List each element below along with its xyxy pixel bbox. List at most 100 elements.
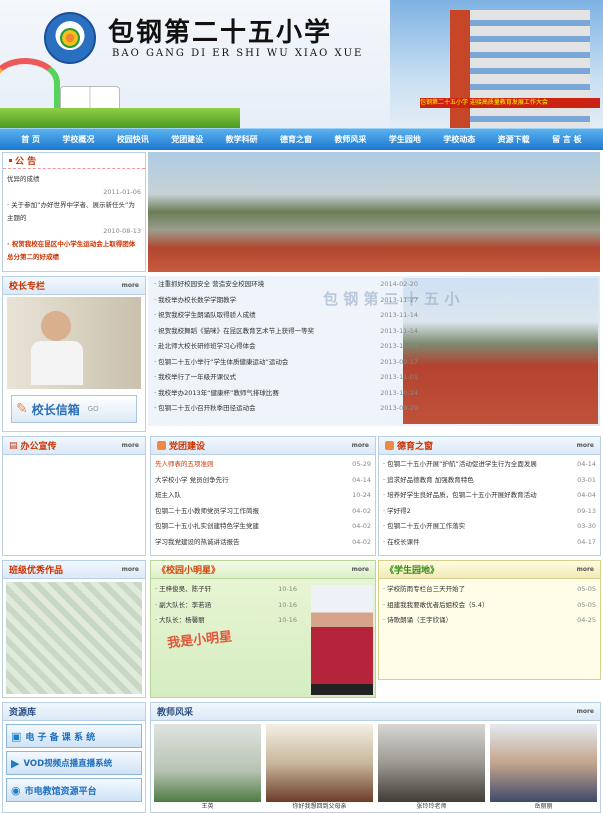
nav-news[interactable]: 校园快讯 bbox=[117, 134, 149, 145]
student-garden-item[interactable]: · 诗歌朗诵（王宇欣诵） 04-25 bbox=[383, 613, 596, 629]
resource-platform-link[interactable]: ◉ 市电教馆资源平台 bbox=[6, 778, 142, 802]
rainbow-decoration bbox=[0, 58, 60, 108]
moral-item[interactable]: · 学好得2 09-13 bbox=[383, 504, 596, 520]
site-subtitle: BAO GANG DI ER SHI WU XIAO XUE bbox=[112, 48, 364, 59]
teachers-panel: 教师风采 more 王英 你好我想回到父母亲 张玲玲老师 岳丽丽 bbox=[150, 702, 601, 813]
moral-icon bbox=[385, 441, 394, 450]
moral-item[interactable]: · 在校长课件 04-17 bbox=[383, 535, 596, 551]
teacher-photo-card[interactable]: 岳丽丽 bbox=[490, 724, 597, 811]
party-item[interactable]: 包钢二十五小教师党员学习工作简报 04-02 bbox=[155, 504, 371, 520]
news-item[interactable]: · 注重抓好校园安全 营造安全校园环境 2014-02-20 bbox=[154, 277, 418, 293]
mailbox-go-label: GO bbox=[87, 405, 99, 413]
news-item[interactable]: · 包钢二十五小举行“学生体质健康运动”运动会 2013-09-17 bbox=[154, 355, 418, 371]
document-icon: ▤ bbox=[9, 440, 18, 451]
teacher-caption: 岳丽丽 bbox=[534, 803, 553, 810]
lesson-prep-system-link[interactable]: ▣ 电 子 备 课 系 统 bbox=[6, 724, 142, 748]
campus-star-panel: 《校园小明星》 more · 王梓俊吴、陈子轩 10-16 · 副大队长：李若涵 10… bbox=[150, 560, 376, 698]
news-item[interactable]: · 我校举办2013年“健康杯”教师气排球比赛 2013-10-24 bbox=[154, 386, 418, 402]
party-item[interactable]: 包钢二十五小扎实创建特色学生党建 04-02 bbox=[155, 519, 371, 535]
school-banner: 包钢第二十五小学 迎接高质量教育发展工作大会 bbox=[420, 98, 600, 108]
teacher-caption: 王英 bbox=[201, 803, 214, 810]
nav-guestbook[interactable]: 留 言 板 bbox=[552, 134, 582, 145]
party-panel: 党团建设 more 先人师表的五项准则 05-29 大学校小学 党员创争先行 04-1… bbox=[150, 436, 376, 556]
student-garden-panel: 《学生园地》 more · 学校防雨专栏台三天开始了 05-05 · 组建我我要敢优… bbox=[378, 560, 601, 680]
news-panel: 包 钢 第 二 十 五 小 · 注重抓好校园安全 营造安全校园环境 2014-02… bbox=[148, 276, 600, 426]
class-works-title: 班级优秀作品 bbox=[9, 566, 64, 576]
teachers-more-link[interactable]: more bbox=[577, 708, 594, 715]
campus-star-item[interactable]: · 王梓俊吴、陈子轩 10-16 bbox=[155, 582, 297, 598]
teacher-photo-card[interactable]: 你好我想回到父母亲 bbox=[266, 724, 373, 811]
teacher-photo-card[interactable]: 王英 bbox=[154, 724, 261, 811]
principal-mailbox-button[interactable]: ✎ 校长信箱 GO bbox=[11, 395, 137, 423]
notice-item[interactable]: · 关于参加“办好世界中学者、展示新任头”为主题的 bbox=[7, 199, 141, 225]
school-logo bbox=[44, 12, 96, 64]
moral-more-link[interactable]: more bbox=[577, 442, 594, 449]
pencil-icon: ✎ bbox=[16, 401, 28, 417]
school-building-photo: 包钢第二十五小学 迎接高质量教育发展工作大会 bbox=[390, 0, 603, 128]
principal-panel: 校长专栏 more ✎ 校长信箱 GO bbox=[2, 276, 146, 432]
moral-item[interactable]: · 包钢二十五小开展“护航”活动促进学生行为全面发展 04-14 bbox=[383, 457, 596, 473]
news-item[interactable]: · 我校举办校长数学学期教学 2013-11-27 bbox=[154, 293, 418, 309]
main-nav: 首 页 学校概况 校园快讯 党团建设 教学科研 德育之窗 教师风采 学生园地 学… bbox=[0, 128, 603, 150]
campus-star-item[interactable]: · 副大队长：李若涵 10-16 bbox=[155, 598, 297, 614]
teacher-caption: 你好我想回到父母亲 bbox=[292, 803, 347, 810]
campus-star-photo[interactable] bbox=[311, 585, 373, 695]
site-header: 包钢第二十五小学 BAO GANG DI ER SHI WU XIAO XUE … bbox=[0, 0, 603, 128]
globe-icon: ◉ bbox=[11, 783, 21, 797]
moral-panel: 德育之窗 more · 包钢二十五小开展“护航”活动促进学生行为全面发展 04-14… bbox=[378, 436, 601, 556]
moral-item[interactable]: · 包钢二十五小开展工作落实 03-30 bbox=[383, 519, 596, 535]
vod-system-link[interactable]: ▶ VOD视频点播直播系统 bbox=[6, 751, 142, 775]
nav-teaching[interactable]: 教学科研 bbox=[226, 134, 258, 145]
campus-event-photo[interactable] bbox=[148, 152, 600, 272]
office-more-link[interactable]: more bbox=[122, 442, 139, 449]
nav-downloads[interactable]: 资源下载 bbox=[498, 134, 530, 145]
nav-teachers[interactable]: 教师风采 bbox=[334, 134, 366, 145]
moral-item[interactable]: · 培养好学生良好品质，包钢二十五小开展好教育活动 04-04 bbox=[383, 488, 596, 504]
party-item[interactable]: 班主入队 10-24 bbox=[155, 488, 371, 504]
news-item[interactable]: · 赴北师大校长研修班学习心得体会 2013-11-04 bbox=[154, 339, 418, 355]
nav-party[interactable]: 党团建设 bbox=[171, 134, 203, 145]
office-panel: ▤ 办公宣传 more bbox=[2, 436, 146, 556]
party-item[interactable]: 先人师表的五项准则 05-29 bbox=[155, 457, 371, 473]
student-garden-item[interactable]: · 学校防雨专栏台三天开始了 05-05 bbox=[383, 582, 596, 598]
grass-decoration bbox=[0, 108, 240, 128]
party-more-link[interactable]: more bbox=[352, 442, 369, 449]
news-item[interactable]: · 包钢二十五小召开秋季田径运动会 2013-09-29 bbox=[154, 401, 418, 417]
notice-item[interactable]: 优异的成绩 bbox=[7, 173, 141, 186]
resources-title: 资源库 bbox=[9, 708, 37, 718]
party-item[interactable]: 大学校小学 党员创争先行 04-14 bbox=[155, 473, 371, 489]
student-artwork-image[interactable] bbox=[6, 582, 142, 694]
notice-item[interactable]: · 祝贺我校在昆区中小学生运动会上取得团体总分第二的好成绩 bbox=[7, 238, 141, 264]
video-icon: ▶ bbox=[11, 756, 20, 770]
class-works-more-link[interactable]: more bbox=[122, 566, 139, 573]
news-item[interactable]: · 我校举行了一年级开课仪式 2013-11-01 bbox=[154, 370, 418, 386]
principal-title: 校长专栏 bbox=[9, 282, 46, 292]
news-item[interactable]: · 祝贺我校舞蹈《猫咪》在昆区教育艺术节上获得一等奖 2013-11-14 bbox=[154, 324, 418, 340]
nav-dynamics[interactable]: 学校动态 bbox=[443, 134, 475, 145]
student-garden-more-link[interactable]: more bbox=[577, 566, 594, 573]
principal-photo[interactable] bbox=[7, 297, 141, 389]
campus-star-more-link[interactable]: more bbox=[352, 566, 369, 573]
campus-star-title: 《校园小明星》 bbox=[157, 566, 221, 576]
notice-title: 公 告 bbox=[15, 157, 37, 167]
student-garden-item[interactable]: · 组建我我要敢优者后姐校会（5.4） 05-05 bbox=[383, 598, 596, 614]
teacher-photo-card[interactable]: 张玲玲老师 bbox=[378, 724, 485, 811]
teacher-caption: 张玲玲老师 bbox=[416, 803, 447, 810]
principal-more-link[interactable]: more bbox=[122, 282, 139, 289]
nav-moral[interactable]: 德育之窗 bbox=[280, 134, 312, 145]
nav-home[interactable]: 首 页 bbox=[21, 134, 40, 145]
mailbox-label: 校长信箱 bbox=[31, 402, 80, 417]
notice-date: 2011-01-06 bbox=[103, 188, 141, 196]
class-works-panel: 班级优秀作品 more bbox=[2, 560, 146, 698]
nav-students[interactable]: 学生园地 bbox=[389, 134, 421, 145]
office-title: 办公宣传 bbox=[20, 442, 57, 452]
nav-about[interactable]: 学校概况 bbox=[62, 134, 94, 145]
resources-panel: 资源库 ▣ 电 子 备 课 系 统 ▶ VOD视频点播直播系统 ◉ 市电教馆资源… bbox=[2, 702, 146, 813]
party-item[interactable]: 学习我党建设的热诚讲话报告 04-02 bbox=[155, 535, 371, 551]
notice-date: 2010-08-13 bbox=[103, 227, 141, 235]
party-title: 党团建设 bbox=[169, 442, 206, 452]
news-item[interactable]: · 祝贺我校学生朗诵队取得骄人成绩 2013-11-14 bbox=[154, 308, 418, 324]
moral-title: 德育之窗 bbox=[397, 442, 434, 452]
sports-track-photo[interactable]: 包 钢 第 二 十 五 小 bbox=[323, 278, 598, 424]
moral-item[interactable]: · 追求好品德教育 加强教育特色 03-01 bbox=[383, 473, 596, 489]
